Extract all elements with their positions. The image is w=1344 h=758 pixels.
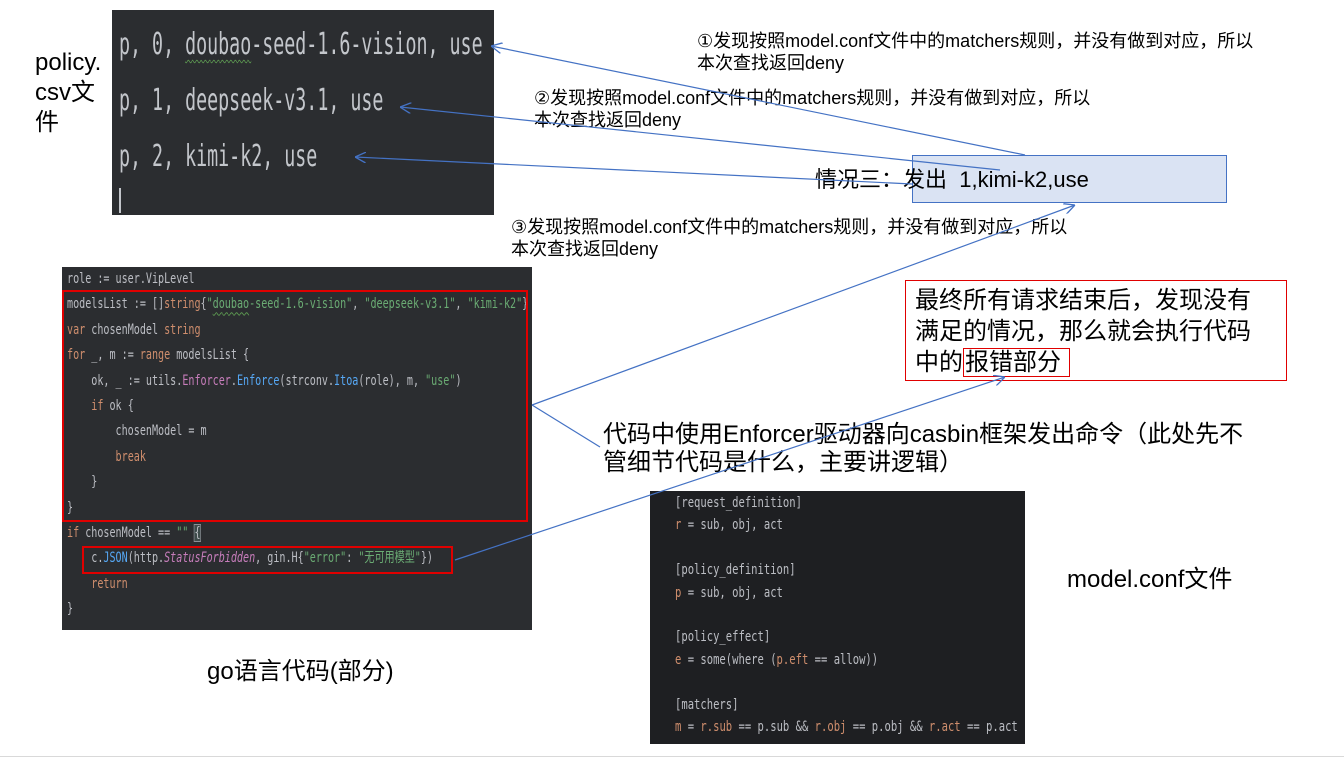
code-line: [request_definition] [675,492,939,514]
model-conf-code: [request_definition]r = sub, obj, act [po… [675,492,1018,738]
code-token: [matchers] [675,696,739,713]
code-line: r = sub, obj, act [675,514,939,536]
code-token: [policy_definition] [675,562,796,579]
code-token: doubao [185,27,252,62]
code-line: if chosenModel == "" { [67,521,402,546]
text-cursor [119,188,121,213]
policy-csv-label: policy. csv文 件 [35,49,102,136]
enforce-loop-highlight-box [62,290,528,522]
code-token: [policy_effect] [675,629,771,646]
code-token: = sub, obj, act [681,517,783,534]
step2-note: ②发现按照model.conf文件中的matchers规则，并没有做到对应，所以… [534,88,1091,130]
go-code-panel: role := user.VipLevel modelsList := []str… [62,267,532,630]
code-token: -seed-1.6-vision, use [251,27,483,62]
request-text: 情况三：发出 1,kimi-k2,use [815,167,1089,192]
code-token: r.sub [700,718,733,735]
error-response-highlight-box [82,546,453,574]
code-token: [request_definition] [675,495,802,511]
policy-csv-code: p, 0, doubao-seed-1.6-vision, use p, 1, d… [119,17,483,185]
code-token: p, 2, kimi-k2, use [119,139,318,174]
code-token: } [67,601,74,618]
code-token: = [681,718,701,735]
code-token: p, 0, [119,27,186,62]
code-line: return [67,572,402,597]
model-conf-caption: model.conf文件 [1067,566,1233,593]
code-token: if [67,524,80,541]
step3-note: ③发现按照model.conf文件中的matchers规则，并没有做到对应，所以… [511,217,1068,259]
code-line: m = r.sub == p.sub && r.obj == p.obj && … [675,716,1018,738]
code-line: p, 2, kimi-k2, use [119,129,348,185]
code-token: r.obj [814,718,847,735]
enforcer-note: 代码中使用Enforcer驱动器向casbin框架发出命令（此处先不 管细节代码… [603,421,1244,476]
policy-csv-panel: p, 0, doubao-seed-1.6-vision, use p, 1, d… [112,10,494,215]
step1-note: ①发现按照model.conf文件中的matchers规则，并没有做到对应，所以… [697,31,1254,73]
code-line: [policy_effect] [675,626,939,648]
code-line: [policy_definition] [675,559,939,581]
code-line: p, 1, deepseek-v3.1, use [119,73,383,129]
code-token: == p.act [960,718,1018,735]
error-part-highlight: 报错部分 [963,348,1070,377]
code-token: return [91,575,128,592]
connector-code-to-note [531,404,601,448]
model-conf-panel: [request_definition]r = sub, obj, act [po… [650,491,1025,744]
code-line: role := user.VipLevel [67,267,402,292]
code-line: [matchers] [675,694,939,716]
code-token: == p.obj && [846,718,929,735]
code-token: chosenModel == [79,524,177,541]
code-token: = some(where ( [681,651,777,668]
code-token: role := user.VipLevel [67,271,195,287]
code-line: } [67,597,402,622]
code-token: r.act [928,718,961,735]
go-code-caption: go语言代码(部分) [207,658,394,685]
code-token: p.eft [776,651,809,668]
slide-bottom-border [0,756,1344,757]
conclusion-box: 最终所有请求结束后，发现没有 满足的情况，那么就会执行代码 中的报错部分 [905,280,1287,381]
code-token: p, 1, deepseek-v3.1, use [119,83,384,118]
code-token: == allow)) [808,651,879,668]
code-token: = sub, obj, act [681,584,783,601]
code-line: e = some(where (p.eft == allow)) [675,649,939,671]
code-line: p = sub, obj, act [675,582,939,604]
code-line: p, 0, doubao-seed-1.6-vision, use [119,17,483,73]
code-token: == p.sub && [732,718,815,735]
code-token: { [193,523,202,542]
code-token: "" [176,524,189,541]
